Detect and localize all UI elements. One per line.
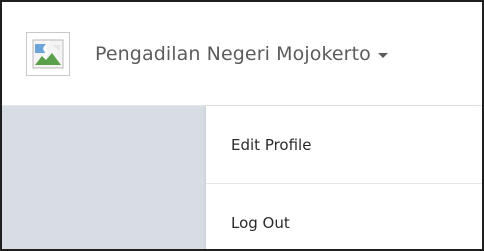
user-name: Pengadilan Negeri Mojokerto [95,43,371,65]
caret-down-icon [377,53,388,58]
user-dropdown-toggle[interactable]: Pengadilan Negeri Mojokerto [26,32,388,76]
edit-profile-menu-item[interactable]: Edit Profile [206,106,482,184]
avatar [26,32,70,76]
log-out-menu-item[interactable]: Log Out [206,184,482,249]
user-dropdown-menu: Edit Profile Log Out [206,106,482,249]
broken-image-icon [32,39,64,69]
top-navbar: Pengadilan Negeri Mojokerto [2,2,482,106]
sidebar-panel [2,106,206,249]
page: Pengadilan Negeri Mojokerto Edit Profile… [0,0,484,251]
